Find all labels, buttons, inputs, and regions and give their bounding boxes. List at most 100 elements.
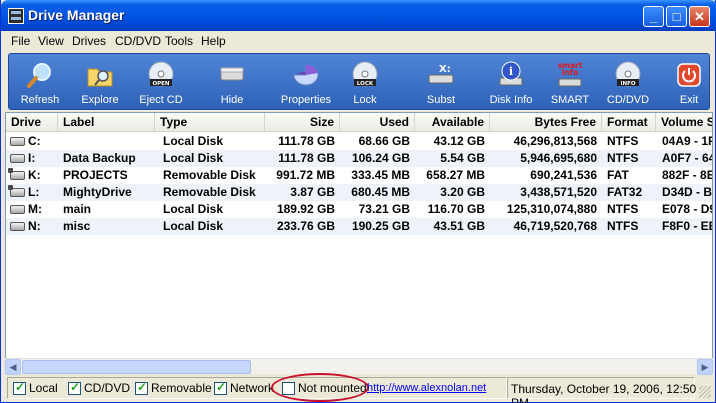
table-row[interactable]: I: Data Backup Local Disk 111.78 GB 106.… (6, 150, 713, 167)
used-cell: 73.21 GB (358, 202, 410, 216)
maximize-button[interactable]: □ (666, 6, 687, 27)
eject-cd-button[interactable]: OPEN Eject CD (133, 56, 189, 108)
exit-button[interactable]: Exit (669, 56, 709, 108)
table-row[interactable]: L: MightyDrive Removable Disk 3.87 GB 68… (6, 184, 713, 201)
available-cell: 43.12 GB (433, 134, 485, 148)
col-bytes-free[interactable]: Bytes Free (490, 113, 602, 132)
menu-cd-dvd[interactable]: CD/DVD (115, 34, 161, 48)
explore-button[interactable]: Explore (73, 56, 127, 108)
svg-text:LOCK: LOCK (357, 81, 374, 87)
bytes-free-cell: 46,296,813,568 (513, 134, 597, 148)
menu-tools[interactable]: Tools (165, 34, 193, 48)
cd-open-icon: OPEN (148, 61, 174, 87)
col-available[interactable]: Available (415, 113, 490, 132)
svg-text:X:: X: (439, 64, 451, 75)
col-volume[interactable]: Volume S (656, 113, 712, 132)
resize-grip-icon[interactable] (699, 386, 711, 398)
col-label[interactable]: Label (58, 113, 155, 132)
status-bar: Local CD/DVD Removable Network Not mount… (5, 373, 713, 403)
bytes-free-cell: 690,241,536 (530, 168, 597, 182)
cd-info-icon: INFO (615, 61, 641, 87)
label-cell: Data Backup (63, 151, 136, 165)
cd-dvd-button[interactable]: INFO CD/DVD (603, 56, 653, 108)
volume-cell: A0F7 - 64 (662, 151, 713, 165)
checkbox-checked[interactable] (13, 380, 26, 395)
volume-cell: D34D - B (662, 185, 713, 199)
scroll-left-button[interactable]: ◀ (5, 359, 21, 375)
subst-button[interactable]: X: Subst (413, 56, 469, 108)
properties-button[interactable]: Properties (277, 56, 335, 108)
filter-network-checkbox[interactable]: Network (214, 380, 275, 395)
volume-cell: E078 - D9 (662, 202, 713, 216)
menu-view[interactable]: View (38, 34, 64, 48)
menu-file[interactable]: File (11, 34, 30, 48)
disk-info-label: Disk Info (489, 94, 533, 106)
type-cell: Removable Disk (163, 168, 256, 182)
size-cell: 233.76 GB (276, 219, 335, 233)
subst-label: Subst (426, 94, 456, 106)
drive-cell: C: (28, 134, 41, 148)
checkbox-checked[interactable] (135, 380, 148, 395)
scroll-thumb[interactable] (22, 360, 251, 374)
type-cell: Removable Disk (163, 185, 256, 199)
minimize-button[interactable]: _ (643, 6, 664, 27)
exit-label: Exit (679, 94, 699, 106)
filter-cd-dvd-checkbox[interactable]: CD/DVD (68, 380, 130, 395)
menu-help[interactable]: Help (201, 34, 226, 48)
disk-info-button[interactable]: i Disk Info (485, 56, 537, 108)
refresh-button[interactable]: Refresh (14, 56, 66, 108)
table-row[interactable]: N: misc Local Disk 233.76 GB 190.25 GB 4… (6, 218, 713, 235)
volume-cell: F8F0 - EE (662, 219, 713, 233)
label-cell: main (63, 202, 92, 216)
svg-text:OPEN: OPEN (152, 81, 169, 87)
hide-label: Hide (220, 94, 244, 106)
window-title: Drive Manager (28, 7, 125, 23)
col-drive[interactable]: Drive (6, 113, 58, 132)
drive-cell: N: (28, 219, 41, 233)
refresh-label: Refresh (20, 94, 60, 106)
bytes-free-cell: 5,946,695,680 (520, 151, 597, 165)
smart-button[interactable]: smart info SMART (545, 56, 595, 108)
size-cell: 3.87 GB (290, 185, 335, 199)
col-size[interactable]: Size (265, 113, 340, 132)
title-bar[interactable]: Drive Manager _ □ ✕ (1, 0, 716, 31)
drive-list[interactable]: Drive Label Type Size Used Available Byt… (5, 112, 713, 374)
volume-cell: 04A9 - 1F (662, 134, 713, 148)
table-row[interactable]: M: main Local Disk 189.92 GB 73.21 GB 11… (6, 201, 713, 218)
website-link[interactable]: http://www.alexnolan.net (367, 382, 486, 394)
properties-label: Properties (280, 94, 332, 106)
format-cell: NTFS (607, 134, 639, 148)
filter-removable-label: Removable (151, 381, 212, 395)
hide-button[interactable]: Hide (205, 56, 259, 108)
filter-removable-checkbox[interactable]: Removable (135, 380, 212, 395)
used-cell: 190.25 GB (351, 219, 410, 233)
filter-network-label: Network (230, 381, 275, 395)
checkbox-checked[interactable] (68, 380, 81, 395)
scroll-right-button[interactable]: ▶ (697, 359, 713, 375)
col-format[interactable]: Format (602, 113, 656, 132)
col-type[interactable]: Type (155, 113, 265, 132)
format-cell: FAT (607, 168, 629, 182)
drive-cell: I: (28, 151, 36, 165)
filter-local-checkbox[interactable]: Local (13, 380, 58, 395)
table-row[interactable]: C: Local Disk 111.78 GB 68.66 GB 43.12 G… (6, 133, 713, 150)
app-icon (8, 8, 24, 24)
col-used[interactable]: Used (340, 113, 415, 132)
status-datetime: Thursday, October 19, 2006, 12:50 PM (511, 382, 697, 403)
horizontal-scrollbar[interactable]: ◀ ▶ (5, 358, 713, 375)
table-row[interactable]: K: PROJECTS Removable Disk 991.72 MB 333… (6, 167, 712, 184)
format-cell: NTFS (607, 219, 639, 233)
lock-button[interactable]: LOCK Lock (339, 56, 391, 108)
svg-text:info: info (562, 68, 578, 77)
power-icon (677, 63, 701, 87)
menu-drives[interactable]: Drives (72, 34, 106, 48)
smart-info-icon: smart info (558, 61, 583, 87)
menu-bar: File View Drives CD/DVD Tools Help (5, 31, 713, 51)
checkbox-checked[interactable] (214, 380, 227, 395)
available-cell: 3.20 GB (440, 185, 485, 199)
close-button[interactable]: ✕ (689, 6, 710, 27)
label-cell: misc (63, 219, 91, 233)
available-cell: 5.54 GB (440, 151, 485, 165)
cd-dvd-label: CD/DVD (606, 94, 650, 106)
info-icon: i (499, 61, 523, 86)
